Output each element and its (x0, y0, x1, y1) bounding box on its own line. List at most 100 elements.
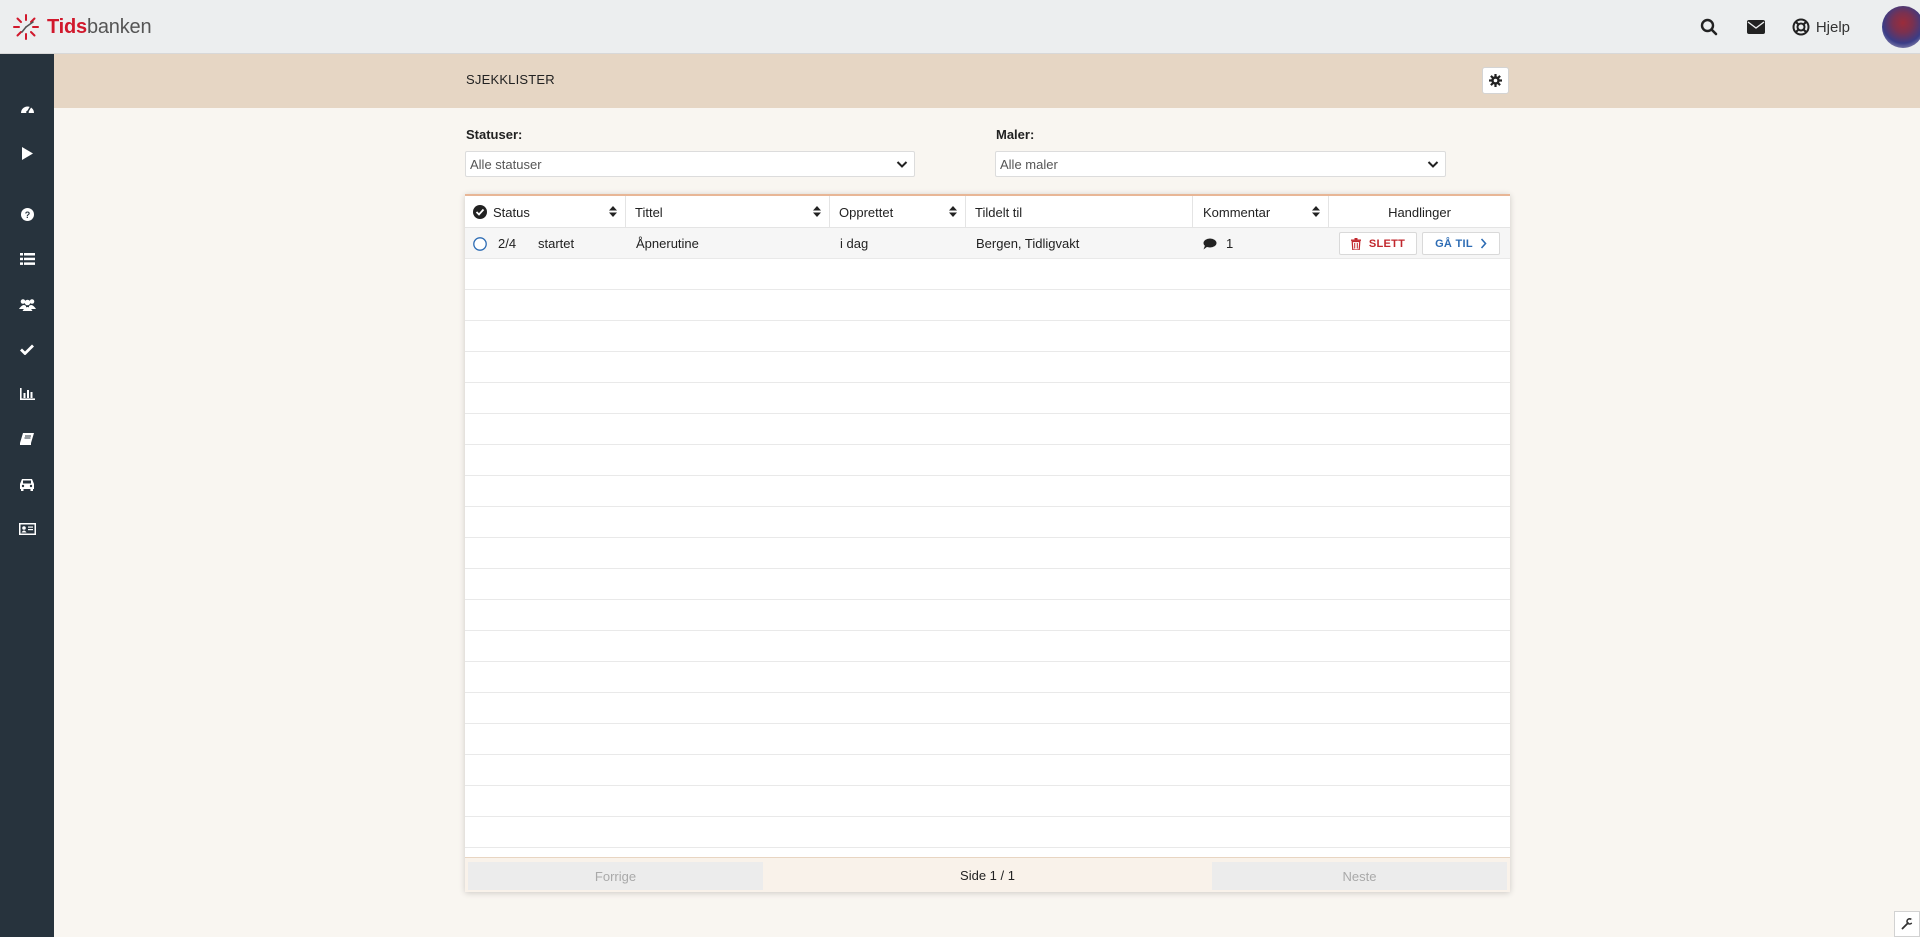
template-filter-select[interactable]: Alle maler (995, 151, 1446, 177)
row-assigned-to: Bergen, Tidligvakt (976, 236, 1080, 251)
empty-row (465, 321, 1510, 352)
column-assigned-to[interactable]: Tildelt til (966, 196, 1193, 228)
page-header-banner (54, 54, 1920, 108)
column-actions: Handlinger (1329, 196, 1510, 228)
debug-tool-button[interactable] (1894, 911, 1920, 937)
tidsbanken-logo[interactable]: Tidsbanken (12, 13, 152, 41)
row-created: i dag (840, 236, 869, 251)
chevron-right-icon (1480, 238, 1487, 249)
empty-row (465, 786, 1510, 817)
empty-row (465, 383, 1510, 414)
empty-row (465, 631, 1510, 662)
sort-icon (609, 206, 617, 217)
check-icon (20, 344, 34, 355)
row-select-checkbox[interactable] (473, 228, 487, 259)
top-bar: Tidsbanken Hjelp (0, 0, 1920, 54)
settings-button[interactable] (1482, 67, 1509, 94)
sidebar-item-id-card[interactable] (0, 514, 54, 544)
delete-button-label: SLETT (1368, 237, 1406, 250)
trash-icon (1350, 237, 1361, 250)
empty-row (465, 662, 1510, 693)
sort-icon (1312, 206, 1320, 217)
column-comment[interactable]: Kommentar (1193, 196, 1329, 228)
logo-clock-icon (13, 14, 39, 40)
sidebar-item-vehicles[interactable] (0, 469, 54, 499)
empty-row (465, 290, 1510, 321)
bar-chart-icon (19, 388, 35, 400)
empty-row (465, 476, 1510, 507)
row-progress: 2/4 (498, 236, 517, 251)
sidebar-item-handbook[interactable] (0, 424, 54, 454)
wrench-icon (1901, 918, 1913, 930)
empty-row (465, 817, 1510, 848)
logo-text: Tidsbanken (47, 15, 152, 38)
column-status[interactable]: Status (465, 196, 626, 228)
empty-row (465, 569, 1510, 600)
chevron-down-icon (1427, 161, 1439, 168)
lifebuoy-icon (1792, 18, 1810, 36)
pagination-bar: Side 1 / 1 Forrige Neste (465, 857, 1510, 892)
template-filter-value: Alle maler (1000, 156, 1058, 172)
sidebar-item-help[interactable]: ? (0, 199, 54, 229)
goto-button[interactable]: GÅ TIL (1422, 232, 1500, 255)
empty-row (465, 445, 1510, 476)
row-comments[interactable]: 1 (1203, 228, 1233, 259)
column-assigned-label: Tildelt til (975, 204, 1023, 220)
delete-button[interactable]: SLETT (1339, 232, 1417, 255)
sidebar-item-users[interactable] (0, 289, 54, 319)
status-filter-label: Statuser: (466, 127, 523, 142)
sidebar-item-dashboard[interactable] (0, 93, 54, 123)
template-filter-label: Maler: (996, 127, 1035, 142)
sort-icon (949, 206, 957, 217)
checklist-table: Status Tittel Opprettet Tildelt til Komm… (465, 194, 1510, 892)
column-comment-label: Kommentar (1203, 204, 1271, 220)
select-all-check-icon[interactable] (473, 205, 487, 219)
chevron-down-icon (896, 161, 908, 168)
previous-page-button[interactable]: Forrige (468, 862, 763, 890)
goto-button-label: GÅ TIL (1435, 237, 1473, 250)
list-icon (19, 253, 35, 265)
table-row[interactable]: 2/4 startet Åpnerutine i dag Bergen, Tid… (465, 228, 1510, 259)
row-status: startet (538, 236, 575, 251)
column-actions-label: Handlinger (1388, 204, 1451, 220)
id-card-icon (18, 523, 36, 535)
car-icon (20, 478, 34, 491)
empty-row (465, 414, 1510, 445)
next-page-button[interactable]: Neste (1212, 862, 1507, 890)
book-icon (20, 433, 34, 445)
sidebar-item-list[interactable] (0, 244, 54, 274)
top-actions: Hjelp (1698, 0, 1920, 54)
empty-row (465, 538, 1510, 569)
help-button[interactable]: Hjelp (1792, 18, 1850, 36)
gear-icon (1489, 74, 1502, 87)
sidebar-item-checklists[interactable] (0, 334, 54, 364)
column-title[interactable]: Tittel (626, 196, 830, 228)
page-title: SJEKKLISTER (466, 72, 555, 87)
svg-text:?: ? (24, 210, 30, 220)
column-status-label: Status (493, 204, 530, 220)
row-comment-count: 1 (1226, 236, 1234, 251)
comment-icon (1203, 238, 1217, 249)
sidebar-item-play[interactable] (0, 138, 54, 168)
envelope-icon[interactable] (1745, 16, 1767, 38)
play-icon (22, 146, 33, 160)
sort-icon (813, 206, 821, 217)
column-created-label: Opprettet (839, 204, 894, 220)
user-avatar[interactable] (1882, 6, 1920, 48)
status-filter-select[interactable]: Alle statuser (465, 151, 915, 177)
dashboard-icon (20, 106, 34, 114)
table-header: Status Tittel Opprettet Tildelt til Komm… (465, 196, 1510, 228)
column-created[interactable]: Opprettet (830, 196, 966, 228)
sidebar-item-reports[interactable] (0, 379, 54, 409)
row-title: Åpnerutine (636, 236, 699, 251)
empty-row (465, 755, 1510, 786)
empty-row (465, 600, 1510, 631)
search-icon[interactable] (1698, 16, 1720, 38)
empty-row (465, 352, 1510, 383)
help-label: Hjelp (1815, 18, 1850, 36)
question-circle-icon: ? (20, 207, 34, 221)
empty-row (465, 259, 1510, 290)
column-title-label: Tittel (635, 204, 663, 220)
empty-row (465, 693, 1510, 724)
empty-row (465, 507, 1510, 538)
